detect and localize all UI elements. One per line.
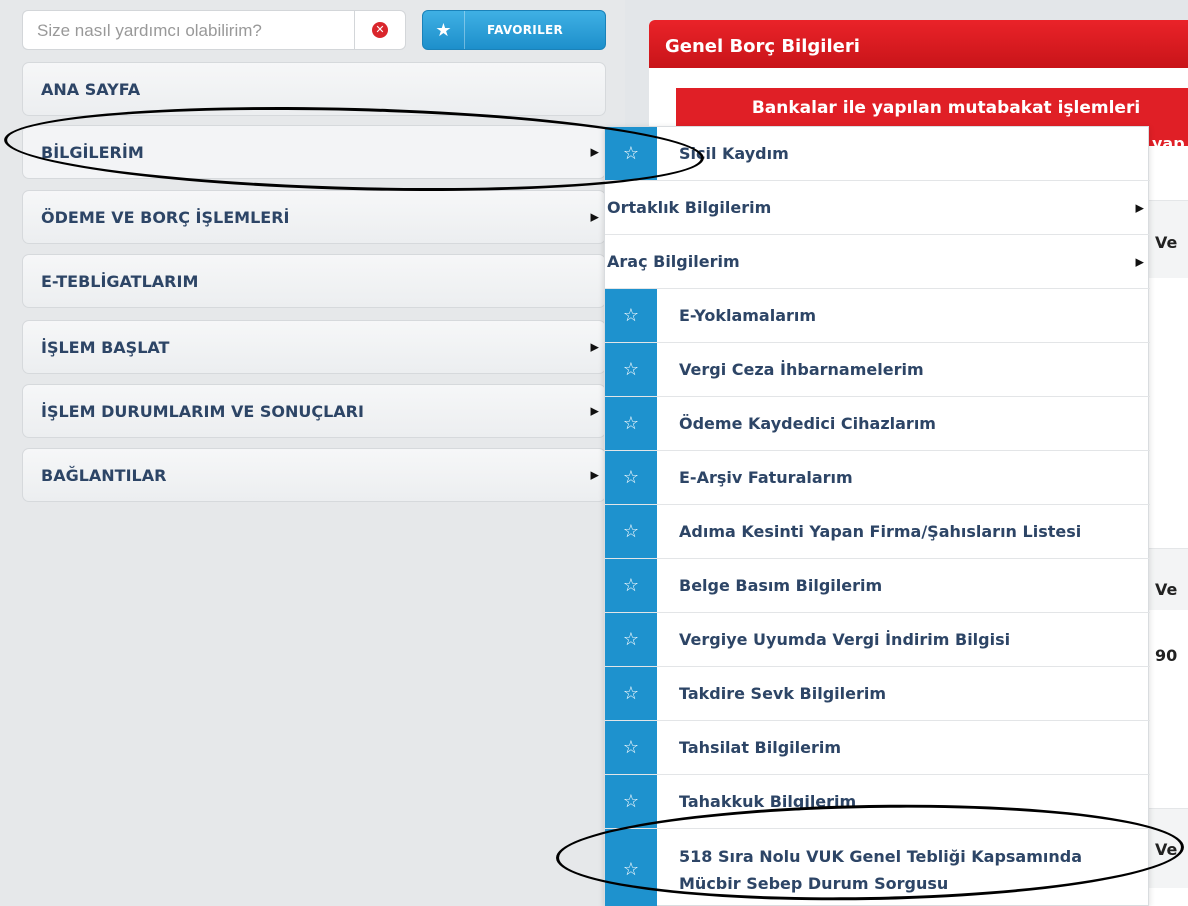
submenu-item-tahsilat[interactable]: ☆ Tahsilat Bilgilerim (605, 721, 1150, 775)
sidebar-item-e-tebligatlarim[interactable]: E-TEBLİGATLARIM (22, 254, 606, 308)
sidebar-item-label: İŞLEM BAŞLAT (41, 337, 170, 357)
sidebar-item-label: ANA SAYFA (41, 79, 141, 99)
submenu-item-label: Tahsilat Bilgilerim (679, 738, 842, 757)
star-outline-icon[interactable]: ☆ (605, 289, 657, 342)
favorites-label: FAVORILER (487, 23, 564, 37)
chevron-right-icon: ▶ (590, 210, 599, 224)
chevron-right-icon: ▶ (1135, 255, 1144, 268)
submenu-item-vergi-indirim[interactable]: ☆ Vergiye Uyumda Vergi İndirim Bilgisi (605, 613, 1150, 667)
sidebar-item-label: BİLGİLERİM (41, 142, 144, 162)
content-row-label: Ve (1155, 580, 1178, 599)
submenu-item-label: Ortaklık Bilgilerim (607, 198, 772, 217)
chevron-right-icon: ▶ (1135, 201, 1144, 214)
star-outline-icon[interactable]: ☆ (605, 559, 657, 612)
star-outline-icon[interactable]: ☆ (605, 505, 657, 558)
chevron-right-icon: ▶ (590, 145, 599, 159)
chevron-right-icon: ▶ (590, 468, 599, 482)
sidebar-item-islem-baslat[interactable]: İŞLEM BAŞLAT ▶ (22, 320, 606, 374)
sidebar-item-odeme-borc[interactable]: ÖDEME VE BORÇ İŞLEMLERİ ▶ (22, 190, 606, 244)
submenu-item-tahakkuk[interactable]: ☆ Tahakkuk Bilgilerim (605, 775, 1150, 829)
submenu-item-ortaklik[interactable]: Ortaklık Bilgilerim ▶ (605, 181, 1150, 235)
submenu-item-mucbir-sebep[interactable]: ☆ 518 Sıra Nolu VUK Genel Tebliği Kapsam… (605, 829, 1150, 906)
submenu-item-label: Araç Bilgilerim (607, 252, 740, 271)
star-icon: ★ (423, 11, 465, 49)
sidebar-item-label: İŞLEM DURUMLARIM VE SONUÇLARI (41, 401, 364, 421)
submenu-item-label: Tahakkuk Bilgilerim (679, 792, 857, 811)
submenu-item-label: Takdire Sevk Bilgilerim (679, 684, 887, 703)
submenu-item-label: Ödeme Kaydedici Cihazlarım (679, 414, 936, 433)
submenu-item-label: Sicil Kaydım (679, 144, 789, 163)
submenu-item-e-arsiv[interactable]: ☆ E-Arşiv Faturalarım (605, 451, 1150, 505)
favorites-button[interactable]: ★ FAVORILER (422, 10, 606, 50)
page-title: Genel Borç Bilgileri (649, 20, 1188, 68)
search-clear-button[interactable]: ✕ (354, 10, 406, 50)
sidebar-item-ana-sayfa[interactable]: ANA SAYFA (22, 62, 606, 116)
search-input[interactable]: Size nasıl yardımcı olabilirim? (22, 10, 354, 50)
star-outline-icon[interactable]: ☆ (605, 721, 657, 774)
content-row-label: Ve (1155, 840, 1178, 859)
star-outline-icon[interactable]: ☆ (605, 667, 657, 720)
submenu-item-takdire-sevk[interactable]: ☆ Takdire Sevk Bilgilerim (605, 667, 1150, 721)
submenu-item-label: E-Arşiv Faturalarım (679, 468, 853, 487)
submenu-item-label: E-Yoklamalarım (679, 306, 817, 325)
star-outline-icon[interactable]: ☆ (605, 829, 657, 906)
sidebar-item-label: ÖDEME VE BORÇ İŞLEMLERİ (41, 207, 290, 227)
submenu-item-label-line2: Mücbir Sebep Durum Sorgusu (679, 873, 949, 893)
submenu-item-label: 518 Sıra Nolu VUK Genel Tebliği Kapsamın… (657, 843, 1082, 897)
submenu-item-belge-basim[interactable]: ☆ Belge Basım Bilgilerim (605, 559, 1150, 613)
submenu-item-arac[interactable]: Araç Bilgilerim ▶ (605, 235, 1150, 289)
left-panel: Size nasıl yardımcı olabilirim? ✕ ★ FAVO… (0, 0, 625, 906)
star-outline-icon[interactable]: ☆ (605, 775, 657, 828)
chevron-right-icon: ▶ (590, 404, 599, 418)
sidebar-item-baglantilar[interactable]: BAĞLANTILAR ▶ (22, 448, 606, 502)
sidebar-item-label: E-TEBLİGATLARIM (41, 271, 199, 291)
sidebar-item-islem-durumlarim[interactable]: İŞLEM DURUMLARIM VE SONUÇLARI ▶ (22, 384, 606, 438)
x-circle-icon: ✕ (372, 22, 388, 38)
submenu-item-label-line1: 518 Sıra Nolu VUK Genel Tebliği Kapsamın… (679, 846, 1083, 866)
star-outline-icon[interactable]: ☆ (605, 613, 657, 666)
content-row-value: 90 (1155, 646, 1178, 665)
bilgilerim-submenu: ☆ Sicil Kaydım Ortaklık Bilgilerim ▶ Ara… (604, 126, 1150, 906)
star-outline-icon[interactable]: ☆ (605, 451, 657, 504)
star-outline-icon[interactable]: ☆ (605, 397, 657, 450)
content-row-label: Ve (1155, 233, 1178, 252)
submenu-item-vergi-ceza[interactable]: ☆ Vergi Ceza İhbarnamelerim (605, 343, 1150, 397)
submenu-item-odeme-kaydedici[interactable]: ☆ Ödeme Kaydedici Cihazlarım (605, 397, 1150, 451)
alert-text: Bankalar ile yapılan mutabakat işlemleri (751, 98, 1141, 118)
sidebar-item-bilgilerim[interactable]: BİLGİLERİM ▶ (22, 125, 606, 179)
submenu-item-label: Adıma Kesinti Yapan Firma/Şahısların Lis… (679, 522, 1082, 541)
submenu-item-label: Vergi Ceza İhbarnamelerim (679, 360, 924, 379)
alert-continuation: yap (1152, 134, 1185, 153)
submenu-item-e-yoklamalarim[interactable]: ☆ E-Yoklamalarım (605, 289, 1150, 343)
star-outline-icon[interactable]: ☆ (605, 343, 657, 396)
submenu-item-sicil-kaydim[interactable]: ☆ Sicil Kaydım (605, 127, 1150, 181)
sidebar-item-label: BAĞLANTILAR (41, 465, 167, 485)
submenu-item-label: Belge Basım Bilgilerim (679, 576, 883, 595)
submenu-item-kesinti-listesi[interactable]: ☆ Adıma Kesinti Yapan Firma/Şahısların L… (605, 505, 1150, 559)
star-outline-icon[interactable]: ☆ (605, 127, 657, 180)
chevron-right-icon: ▶ (590, 340, 599, 354)
submenu-item-label: Vergiye Uyumda Vergi İndirim Bilgisi (679, 630, 1011, 649)
